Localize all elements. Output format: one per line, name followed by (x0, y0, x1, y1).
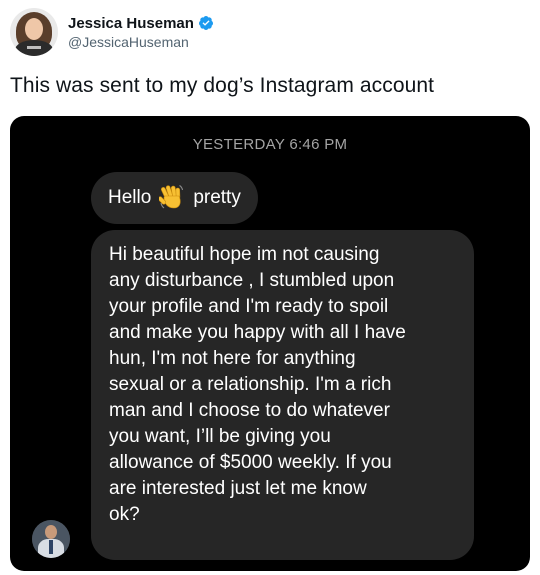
sender-avatar[interactable] (32, 520, 70, 558)
message-bubble: Hi beautiful hope im not causing any dis… (91, 230, 474, 560)
message-line: allowance of $5000 weekly. If you (109, 452, 392, 473)
message-bubble: Hello pretty (91, 172, 258, 224)
message-line: sexual or a relationship. I'm a rich (109, 374, 392, 395)
instagram-dm-screenshot: YESTERDAY 6:46 PM Hello pretty Hi beauti… (10, 116, 530, 571)
name-row: Jessica Huseman (68, 15, 214, 32)
author-handle[interactable]: @JessicaHuseman (68, 34, 214, 50)
message-text-after: pretty (193, 187, 241, 208)
message-line: man and I choose to do whatever (109, 400, 390, 421)
message-line: any disturbance , I stumbled upon (109, 270, 395, 291)
message-line: Hi beautiful hope im not causing (109, 244, 380, 265)
waving-hand-icon (159, 185, 184, 209)
author-display-name[interactable]: Jessica Huseman (68, 15, 194, 32)
verified-badge-icon (198, 16, 213, 30)
author-names: Jessica Huseman @JessicaHuseman (68, 15, 214, 50)
author-avatar[interactable] (10, 8, 58, 56)
message-line: you want, I’ll be giving you (109, 426, 331, 447)
message-text-before: Hello (108, 187, 152, 208)
message-line: ok? (109, 504, 140, 525)
message-line: your profile and I'm ready to spoil (109, 296, 389, 317)
tweet-text: This was sent to my dog’s Instagram acco… (10, 74, 435, 97)
message-line: and make you happy with all I have (109, 322, 406, 343)
message-line: are interested just let me know (109, 478, 367, 499)
tweet-header: Jessica Huseman @JessicaHuseman (10, 8, 214, 56)
message-timestamp: YESTERDAY 6:46 PM (192, 136, 348, 153)
message-line: hun, I'm not here for anything (109, 348, 356, 369)
